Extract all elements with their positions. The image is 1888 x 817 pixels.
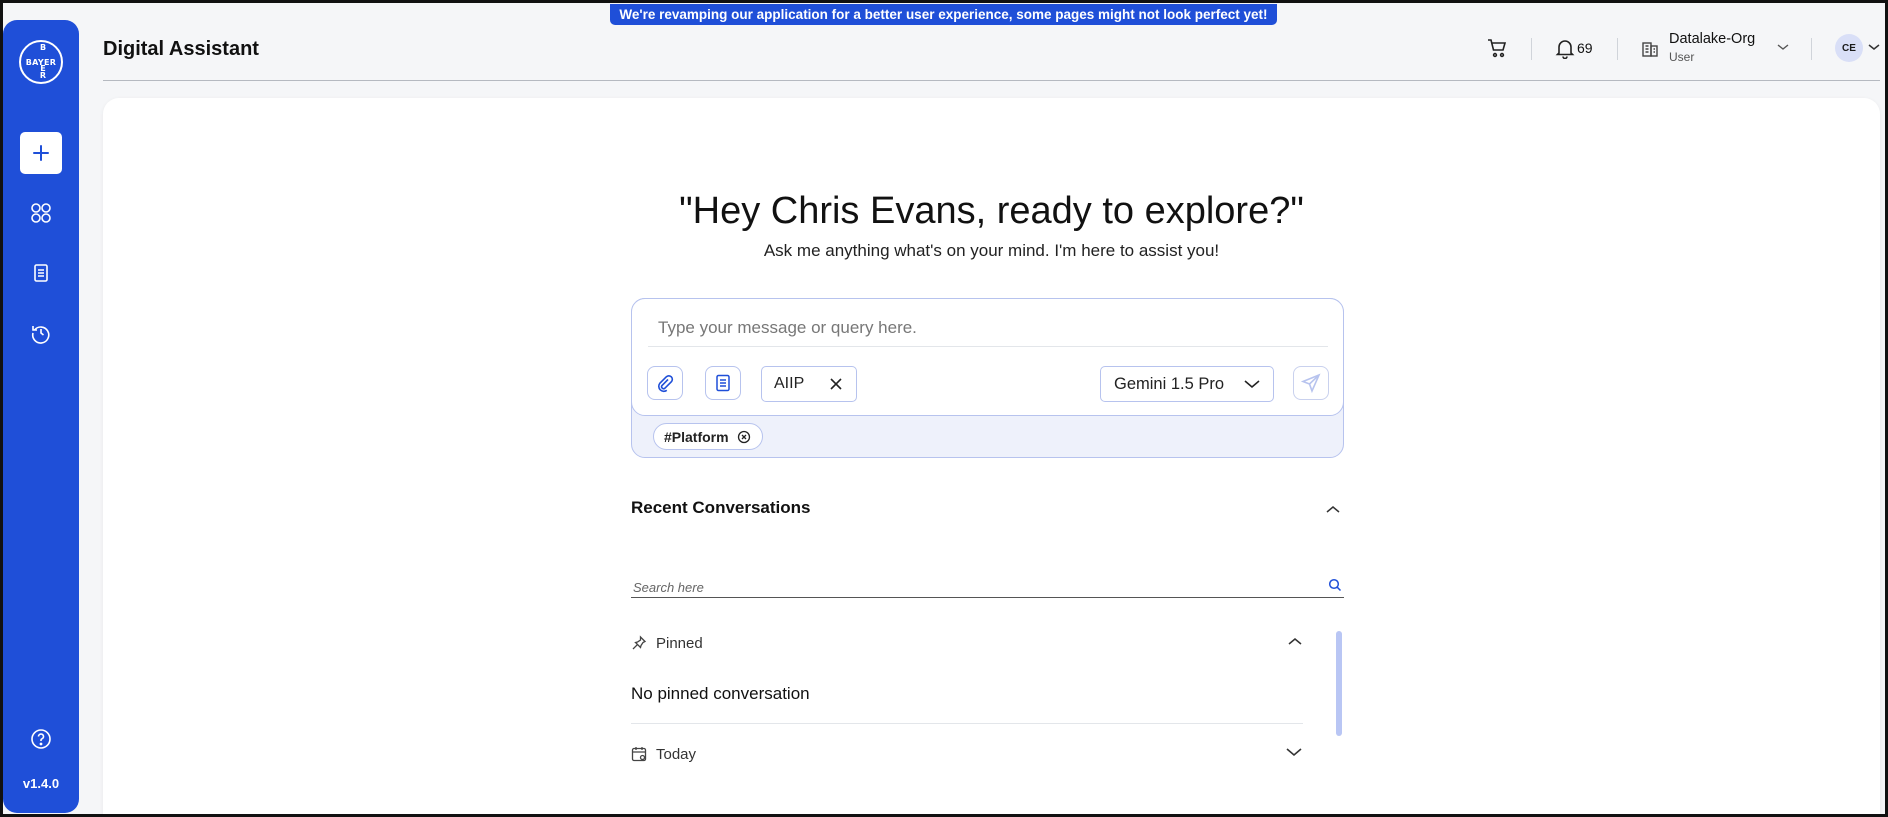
message-input[interactable] xyxy=(648,309,1328,347)
close-circle-icon xyxy=(737,430,750,443)
plus-icon xyxy=(33,145,49,161)
history-button[interactable] xyxy=(20,312,62,354)
remove-aiip-button[interactable] xyxy=(828,376,844,397)
header-divider xyxy=(103,80,1880,81)
greeting: "Hey Chris Evans, ready to explore?" xyxy=(679,190,1304,232)
chevron-up-icon xyxy=(1287,634,1303,651)
section-pinned[interactable]: Pinned xyxy=(631,630,1303,656)
bayer-logo[interactable]: BAYER B A E R xyxy=(19,40,63,84)
subgreeting: Ask me anything what's on your mind. I'm… xyxy=(763,241,1220,260)
user-avatar[interactable]: CE xyxy=(1835,34,1863,62)
apps-button[interactable] xyxy=(20,192,62,234)
send-icon xyxy=(1300,373,1321,394)
section-label: Pinned xyxy=(656,634,703,652)
bell-icon xyxy=(1555,40,1575,59)
page-title: Digital Assistant xyxy=(103,38,259,60)
logo-text-vertical: B A E R xyxy=(39,42,47,82)
cart-icon xyxy=(1488,39,1507,58)
help-button[interactable] xyxy=(20,718,62,760)
remove-tag-button[interactable] xyxy=(737,430,751,444)
grid-icon xyxy=(31,203,51,223)
pin-icon xyxy=(632,635,647,650)
paperclip-icon xyxy=(658,374,674,393)
app-version: v1.4.0 xyxy=(22,776,60,791)
org-role: User xyxy=(1669,50,1695,64)
tag-chip-label: #Platform xyxy=(664,428,729,445)
conversations-scrollbar[interactable] xyxy=(1336,631,1342,736)
composer: AIIP Gemini 1.5 Pro xyxy=(631,298,1344,416)
logo-letter: B xyxy=(39,43,47,52)
section-today[interactable]: Today xyxy=(631,741,1303,767)
logo-letter: R xyxy=(39,70,47,80)
org-switcher[interactable] xyxy=(1640,38,1660,58)
chevron-down-icon xyxy=(1868,44,1880,50)
chevron-down-icon xyxy=(1777,44,1789,50)
main-card: "Hey Chris Evans, ready to explore?" Ask… xyxy=(103,98,1880,817)
header-separator xyxy=(1531,38,1532,60)
sidebar: BAYER B A E R v1.4.0 xyxy=(3,20,79,813)
search-input[interactable] xyxy=(633,580,1293,595)
aiip-chip-label: AIIP xyxy=(774,375,805,392)
header-separator xyxy=(1811,38,1812,60)
history-icon xyxy=(31,326,50,344)
pinned-empty-message: No pinned conversation xyxy=(631,684,810,703)
send-button[interactable] xyxy=(1293,366,1329,400)
notifications-button[interactable] xyxy=(1554,37,1576,59)
model-select[interactable]: Gemini 1.5 Pro xyxy=(1100,366,1274,402)
section-label: Today xyxy=(656,745,697,763)
document-icon xyxy=(34,264,48,282)
document-icon xyxy=(716,374,730,392)
close-icon xyxy=(830,378,842,390)
recent-conversations-title: Recent Conversations xyxy=(631,498,811,517)
org-dropdown-toggle[interactable] xyxy=(1776,42,1790,52)
documents-button[interactable] xyxy=(20,252,62,294)
attach-button[interactable] xyxy=(647,366,683,400)
chevron-down-icon xyxy=(1243,377,1261,396)
chevron-up-icon xyxy=(1326,506,1340,513)
building-icon xyxy=(1642,42,1658,57)
revamp-banner: We're revamping our application for a be… xyxy=(610,4,1277,25)
prompt-library-button[interactable] xyxy=(705,366,741,400)
search-icon xyxy=(1328,578,1342,592)
model-select-value: Gemini 1.5 Pro xyxy=(1114,374,1225,393)
conversation-search xyxy=(631,576,1344,598)
recent-conversations-toggle[interactable] xyxy=(1325,502,1341,520)
notification-count: 69 xyxy=(1577,40,1593,56)
aiip-chip[interactable]: AIIP xyxy=(761,366,857,402)
section-divider xyxy=(631,723,1303,724)
cart-button[interactable] xyxy=(1486,37,1508,59)
new-chat-button[interactable] xyxy=(20,132,62,174)
tag-chip[interactable]: #Platform xyxy=(653,423,763,450)
chevron-down-icon xyxy=(1285,745,1303,762)
composer-container: AIIP Gemini 1.5 Pro #Platform xyxy=(631,298,1344,458)
help-icon xyxy=(31,729,51,749)
header-separator xyxy=(1617,38,1618,60)
calendar-icon xyxy=(631,747,647,762)
search-button[interactable] xyxy=(1328,578,1342,597)
user-menu-toggle[interactable] xyxy=(1867,42,1881,52)
org-name[interactable]: Datalake-Org xyxy=(1669,31,1755,47)
